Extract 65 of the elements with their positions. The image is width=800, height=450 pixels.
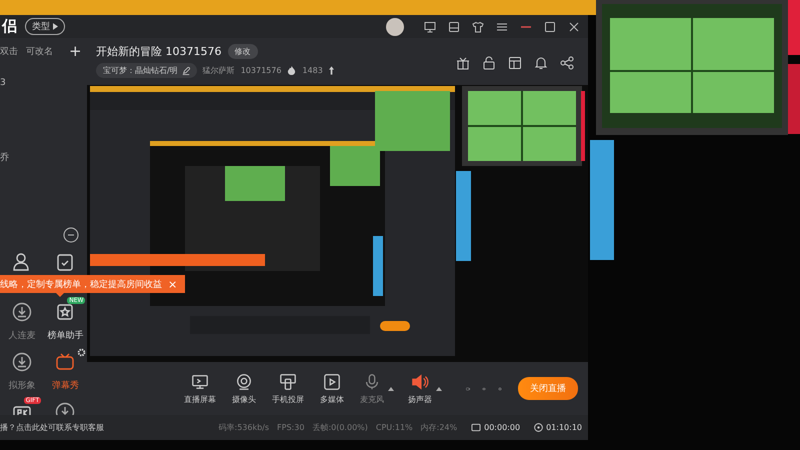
record-icon [471,423,482,432]
room-title: 开始新的冒险 10371576 [96,44,222,59]
monitor-icon[interactable] [424,20,436,32]
app-logo: 侣 [2,17,17,36]
phone-button[interactable]: 手机投屏 [270,370,306,406]
gift-icon[interactable] [456,56,470,70]
caret-icon[interactable] [388,386,394,390]
caret-icon[interactable] [436,386,442,390]
stream-stat: FPS:30 [277,423,304,432]
avatar[interactable] [386,18,404,36]
sidebar-tab[interactable]: 双击 [0,44,18,58]
play-triangle-icon [53,23,58,30]
layout-icon[interactable] [508,56,522,70]
monitor-icon [191,372,209,390]
media-button[interactable]: 多媒体 [318,370,346,406]
toast-text: 线略，定制专属榜单，稳定提高房间收益 [0,278,162,290]
share-icon[interactable] [560,56,574,70]
timer-value: 01:10:10 [546,423,582,432]
sidebar-item[interactable]: 3 [0,78,87,89]
card-icon[interactable] [448,20,460,32]
stream-stat: 内存:24% [420,422,458,433]
clock-icon [534,423,544,432]
sidebar-item[interactable]: 乔 [0,153,87,164]
tool-label: 榜单助手 [47,330,84,342]
tool-label: 人连麦 [8,330,36,342]
star-board-icon[interactable] [55,302,76,322]
up-arrow-icon [328,66,334,75]
tool-label: 拟形象 [8,380,36,392]
download-icon[interactable] [12,302,32,322]
close-icon[interactable] [568,20,580,32]
tv-icon[interactable] [55,352,76,372]
category-button[interactable]: 类型 [25,18,65,35]
maximize-icon[interactable] [544,20,556,32]
pencil-icon[interactable] [182,66,190,74]
stream-stat: CPU:11% [376,423,413,432]
stream-stat: 丢帧:0(0.00%) [312,422,368,433]
speaker-icon [411,372,429,390]
media-icon [323,372,341,390]
heat-count: 1483 [302,66,323,75]
mic-button[interactable]: 麦克风 [358,370,386,406]
game-category-button[interactable]: 宝可梦：晶灿钻石/明 [96,63,197,78]
sidebar-tab[interactable]: 可改名 [26,44,53,58]
download-icon[interactable] [12,352,32,372]
edit-button[interactable]: 修改 [228,44,258,59]
streamer-name: 猛尔萨斯 [202,65,235,76]
support-hint[interactable]: 播？点击此处可联系专职客服 [0,422,104,433]
tool-label: 弹幕秀 [52,380,79,392]
speaker-button[interactable]: 扬声器 [406,370,434,406]
timer-value: 00:00:00 [484,423,520,432]
flame-icon [287,66,296,75]
more-icon[interactable] [63,227,79,243]
clipboard-check-icon[interactable] [55,252,76,272]
menu-icon[interactable] [496,20,508,32]
screen-button[interactable]: 直播屏幕 [182,370,218,406]
add-button[interactable]: + [69,42,82,60]
bell-icon[interactable] [534,56,548,70]
webcam-icon [235,372,253,390]
camera-button[interactable]: 摄像头 [230,370,258,406]
microphone-icon [363,372,381,390]
lock-icon[interactable] [482,56,496,70]
room-id: 10371576 [240,66,282,75]
settings-icon[interactable] [77,348,86,357]
phone-cast-icon [279,372,297,390]
shirt-icon[interactable] [472,20,484,32]
stream-stat: 码率:536kb/s [218,422,270,433]
